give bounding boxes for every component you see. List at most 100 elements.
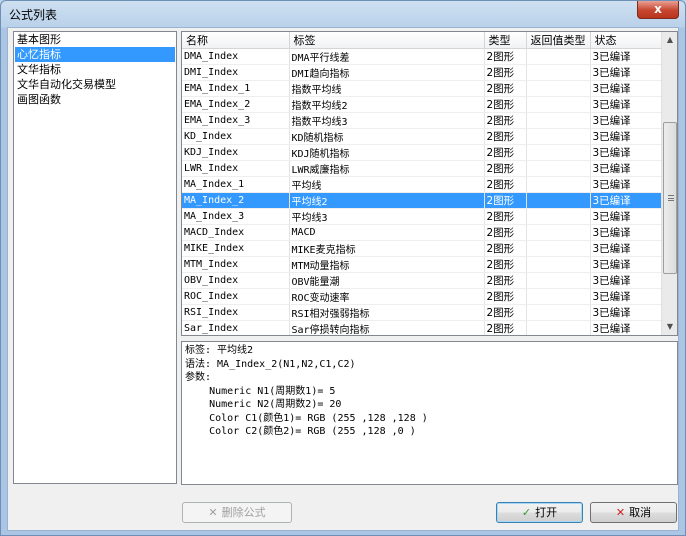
table-cell: MIKE麦克指标 <box>289 240 485 257</box>
table-cell: 3已编译 <box>590 96 662 113</box>
table-row[interactable]: EMA_Index_3 指数平均线3 2图形 3已编译 <box>182 112 662 129</box>
column-header[interactable]: 类型 <box>484 32 527 49</box>
table-row[interactable]: Sar_Index Sar停损转向指标 2图形 3已编译 <box>182 320 662 335</box>
table-cell <box>526 48 591 65</box>
table-cell: 3已编译 <box>590 48 662 65</box>
formula-detail-pane: 标签: 平均线2 语法: MA_Index_2(N1,N2,C1,C2) 参数: N… <box>181 341 678 485</box>
category-item[interactable]: 文华指标 <box>15 62 175 77</box>
category-item[interactable]: 画图函数 <box>15 92 175 107</box>
column-header[interactable]: 标签 <box>289 32 485 49</box>
detail-line: Numeric N1(周期数1)= 5 <box>185 385 336 397</box>
column-header[interactable]: 名称 <box>182 32 290 49</box>
table-cell: RSI_Index <box>182 304 290 321</box>
table-cell: 2图形 <box>484 240 527 257</box>
scroll-down-icon[interactable]: ▼ <box>662 319 677 335</box>
table-row[interactable]: RSI_Index RSI相对强弱指标 2图形 3已编译 <box>182 304 662 321</box>
title-bar[interactable]: 公式列表 x <box>1 1 685 27</box>
table-cell: LWR_Index <box>182 160 290 177</box>
table-cell: 3已编译 <box>590 64 662 81</box>
table-cell: EMA_Index_2 <box>182 96 290 113</box>
table-header: 名称 标签 类型 返回值类型 状态 <box>182 32 662 49</box>
table-cell: LWR威廉指标 <box>289 160 485 177</box>
table-cell: 2图形 <box>484 192 527 209</box>
table-cell: 3已编译 <box>590 128 662 145</box>
table-row[interactable]: MA_Index_2 平均线2 2图形 3已编译 <box>182 192 662 209</box>
table-row[interactable]: MA_Index_3 平均线3 2图形 3已编译 <box>182 208 662 225</box>
table-cell: 3已编译 <box>590 144 662 161</box>
scroll-up-icon[interactable]: ▲ <box>662 32 677 48</box>
table-cell: MA_Index_2 <box>182 192 290 209</box>
table-row[interactable]: MTM_Index MTM动量指标 2图形 3已编译 <box>182 256 662 273</box>
cancel-label: 取消 <box>629 506 652 519</box>
table-cell <box>526 80 591 97</box>
table-cell <box>526 272 591 289</box>
cancel-button[interactable]: ✕ 取消 <box>590 502 677 523</box>
column-header[interactable]: 状态 <box>590 32 662 49</box>
table-cell <box>526 304 591 321</box>
x-icon: ✕ <box>208 506 218 519</box>
table-cell <box>526 176 591 193</box>
table-cell: DMI趋向指标 <box>289 64 485 81</box>
table-row[interactable]: MIKE_Index MIKE麦克指标 2图形 3已编译 <box>182 240 662 257</box>
table-cell: DMA_Index <box>182 48 290 65</box>
table-cell <box>526 96 591 113</box>
table-row[interactable]: ROC_Index ROC变动速率 2图形 3已编译 <box>182 288 662 305</box>
category-item[interactable]: 文华自动化交易模型 <box>15 77 175 92</box>
delete-formula-button[interactable]: ✕ 删除公式 <box>182 502 292 523</box>
table-row[interactable]: LWR_Index LWR威廉指标 2图形 3已编译 <box>182 160 662 177</box>
table-cell: 平均线2 <box>289 192 485 209</box>
table-cell: 3已编译 <box>590 256 662 273</box>
detail-line: Color C1(颜色1)= RGB (255 ,128 ,128 ) <box>185 412 428 424</box>
table-cell: 3已编译 <box>590 192 662 209</box>
table-cell: 3已编译 <box>590 320 662 335</box>
table-cell: 3已编译 <box>590 224 662 241</box>
table-cell: 3已编译 <box>590 176 662 193</box>
table-cell: 3已编译 <box>590 272 662 289</box>
table-cell: KDJ_Index <box>182 144 290 161</box>
close-button[interactable]: x <box>637 1 679 19</box>
table-cell <box>526 144 591 161</box>
table-cell: OBV_Index <box>182 272 290 289</box>
formula-grid[interactable]: 名称 标签 类型 返回值类型 状态 DMA_Index DMA平行线差 2图形 3已编译 DMI… <box>181 31 678 336</box>
table-row[interactable]: EMA_Index_1 指数平均线 2图形 3已编译 <box>182 80 662 97</box>
table-row[interactable]: EMA_Index_2 指数平均线2 2图形 3已编译 <box>182 96 662 113</box>
table-cell: 2图形 <box>484 144 527 161</box>
table-row[interactable]: DMA_Index DMA平行线差 2图形 3已编译 <box>182 48 662 65</box>
category-item[interactable]: 基本图形 <box>15 32 175 47</box>
table-cell <box>526 112 591 129</box>
table-row[interactable]: MACD_Index MACD 2图形 3已编译 <box>182 224 662 241</box>
table-cell <box>526 64 591 81</box>
formula-table: 名称 标签 类型 返回值类型 状态 DMA_Index DMA平行线差 2图形 3已编译 DMI… <box>182 32 662 335</box>
table-cell <box>526 320 591 335</box>
scroll-thumb[interactable] <box>663 122 677 274</box>
column-header[interactable]: 返回值类型 <box>526 32 591 49</box>
checkmark-icon: ✓ <box>521 506 532 519</box>
table-cell: EMA_Index_1 <box>182 80 290 97</box>
category-list[interactable]: 基本图形 心忆指标 文华指标 文华自动化交易模型 画图函数 <box>13 31 177 484</box>
table-cell: 2图形 <box>484 160 527 177</box>
detail-line: 标签: 平均线2 <box>185 345 254 356</box>
vertical-scrollbar[interactable]: ▲ ▼ <box>661 32 677 335</box>
detail-line: 参数: <box>185 372 212 383</box>
table-cell: 2图形 <box>484 80 527 97</box>
table-cell: DMA平行线差 <box>289 48 485 65</box>
open-button[interactable]: ✓ 打开 <box>496 502 583 523</box>
table-cell <box>526 224 591 241</box>
table-cell: 2图形 <box>484 128 527 145</box>
table-cell: 2图形 <box>484 224 527 241</box>
table-cell: Sar停损转向指标 <box>289 320 485 335</box>
table-cell <box>526 240 591 257</box>
table-row[interactable]: MA_Index_1 平均线 2图形 3已编译 <box>182 176 662 193</box>
table-cell: 2图形 <box>484 304 527 321</box>
table-row[interactable]: OBV_Index OBV能量潮 2图形 3已编译 <box>182 272 662 289</box>
table-cell: EMA_Index_3 <box>182 112 290 129</box>
table-row[interactable]: DMI_Index DMI趋向指标 2图形 3已编译 <box>182 64 662 81</box>
table-row[interactable]: KDJ_Index KDJ随机指标 2图形 3已编译 <box>182 144 662 161</box>
table-row[interactable]: KD_Index KD随机指标 2图形 3已编译 <box>182 128 662 145</box>
window-title: 公式列表 <box>9 8 58 22</box>
x-icon: ✕ <box>615 506 626 519</box>
table-cell <box>526 128 591 145</box>
category-item[interactable]: 心忆指标 <box>15 47 175 62</box>
table-cell: ROC变动速率 <box>289 288 485 305</box>
table-cell: 2图形 <box>484 112 527 129</box>
